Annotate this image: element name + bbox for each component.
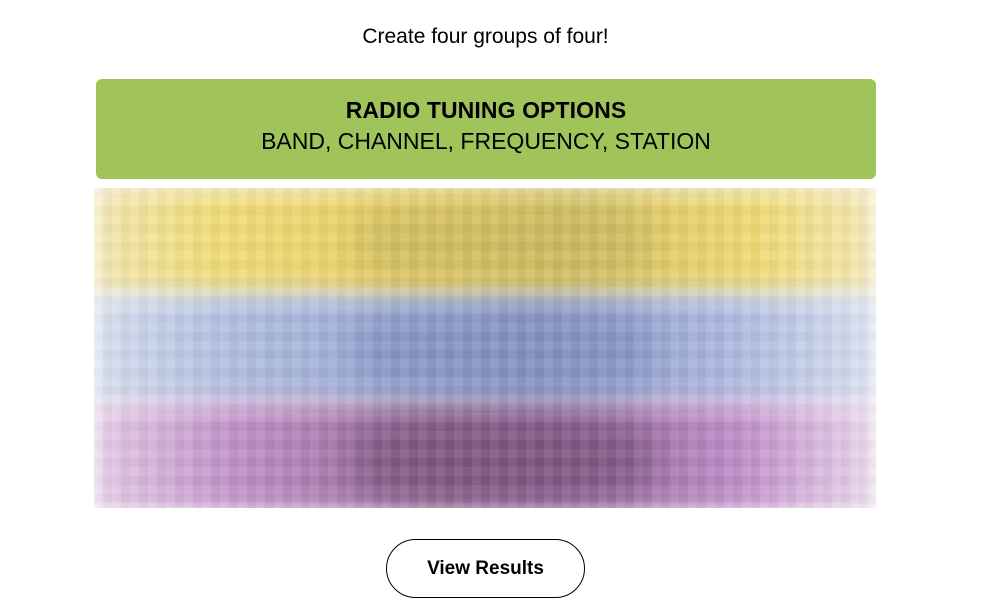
solved-group-green: RADIO TUNING OPTIONS BAND, CHANNEL, FREQ… xyxy=(96,79,876,179)
instructions-text: Create four groups of four! xyxy=(362,25,609,48)
blurred-remaining-groups xyxy=(94,188,876,508)
solved-group-title: RADIO TUNING OPTIONS xyxy=(345,97,627,123)
view-results-button[interactable]: View Results xyxy=(386,539,585,598)
solved-group-members: BAND, CHANNEL, FREQUENCY, STATION xyxy=(261,128,711,154)
pixelation-overlay xyxy=(94,188,876,508)
